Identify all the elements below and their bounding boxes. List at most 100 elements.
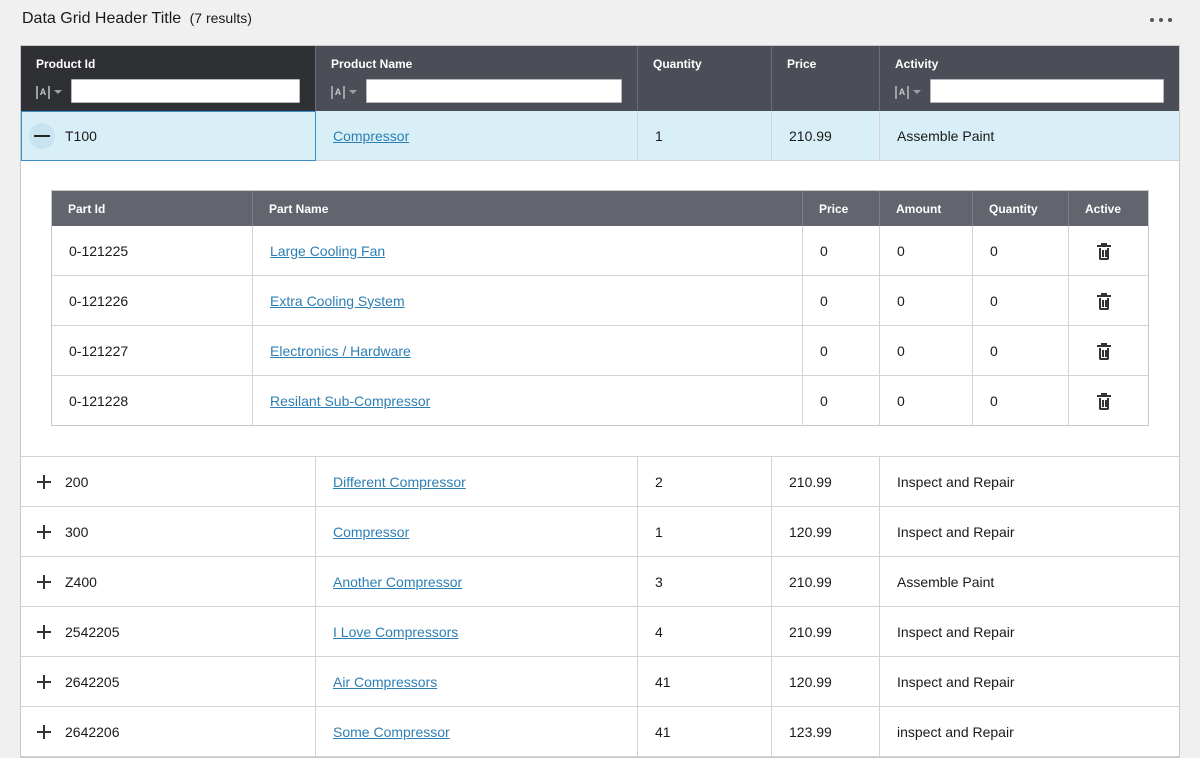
part-name-cell: Resilant Sub-Compressor: [253, 376, 803, 426]
trash-icon[interactable]: [1097, 293, 1111, 310]
product-name-link[interactable]: Air Compressors: [333, 674, 437, 690]
text-filter-icon[interactable]: A: [36, 84, 66, 100]
table-row[interactable]: T100 Compressor 1 210.99 Assemble Paint: [21, 111, 1179, 161]
product-name-link[interactable]: Another Compressor: [333, 574, 462, 590]
activity-cell: Assemble Paint: [880, 111, 1179, 160]
part-id: 0-121226: [69, 292, 129, 309]
product-name-cell: Compressor: [316, 507, 638, 556]
activity-cell: Inspect and Repair: [880, 657, 1179, 706]
activity-value: Inspect and Repair: [897, 473, 1015, 490]
product-id-filter-input[interactable]: [71, 79, 300, 103]
product-id: 2542205: [65, 623, 120, 640]
price-cell: 210.99: [772, 607, 880, 656]
product-name-cell: Different Compressor: [316, 457, 638, 506]
column-label: Quantity: [989, 202, 1038, 216]
activity-cell: Inspect and Repair: [880, 607, 1179, 656]
table-row[interactable]: 300 Compressor 1 120.99 Inspect and Repa…: [21, 507, 1179, 557]
quantity-cell: 41: [638, 707, 772, 756]
more-options-icon[interactable]: [1150, 12, 1172, 28]
product-id: 2642206: [65, 723, 120, 740]
product-name-cell: Compressor: [316, 111, 638, 160]
expand-row-icon[interactable]: [37, 625, 51, 639]
price-cell: 210.99: [772, 557, 880, 606]
part-price-cell: 0: [803, 376, 880, 426]
part-id: 0-121227: [69, 342, 129, 359]
part-price-cell: 0: [803, 326, 880, 375]
activity-value: Assemble Paint: [897, 127, 995, 144]
expand-row-icon[interactable]: [37, 725, 51, 739]
part-name-link[interactable]: Resilant Sub-Compressor: [270, 393, 430, 409]
column-header-activity[interactable]: Activity A: [880, 46, 1179, 111]
column-label: Quantity: [653, 57, 702, 71]
table-row[interactable]: 2642205 Air Compressors 41 120.99 Inspec…: [21, 657, 1179, 707]
part-amount: 0: [897, 393, 905, 409]
column-header-product-name[interactable]: Product Name A: [316, 46, 638, 111]
product-name-link[interactable]: Compressor: [333, 524, 409, 540]
price-value: 120.99: [789, 673, 832, 690]
price-cell: 120.99: [772, 657, 880, 706]
column-header-part-price[interactable]: Price: [803, 191, 880, 226]
quantity-cell: 1: [638, 507, 772, 556]
activity-cell: inspect and Repair: [880, 707, 1179, 756]
column-header-product-id[interactable]: Product Id A: [21, 46, 316, 111]
trash-icon[interactable]: [1097, 343, 1111, 360]
trash-icon[interactable]: [1097, 243, 1111, 260]
text-filter-icon[interactable]: A: [331, 84, 361, 100]
part-name-link[interactable]: Electronics / Hardware: [270, 343, 411, 359]
expand-row-icon[interactable]: [37, 525, 51, 539]
part-name-cell: Electronics / Hardware: [253, 326, 803, 375]
collapse-row-icon[interactable]: [29, 123, 55, 149]
expand-row-icon[interactable]: [37, 675, 51, 689]
product-name-link[interactable]: Compressor: [333, 128, 409, 144]
column-header-part-quantity[interactable]: Quantity: [973, 191, 1069, 226]
product-id-cell: 200: [21, 457, 316, 506]
trash-icon[interactable]: [1097, 393, 1111, 410]
part-price-cell: 0: [803, 276, 880, 325]
column-header-part-name[interactable]: Part Name: [253, 191, 803, 226]
expand-row-icon[interactable]: [37, 475, 51, 489]
list-item: 0-121227 Electronics / Hardware 0 0 0: [52, 326, 1148, 376]
activity-filter-input[interactable]: [930, 79, 1164, 103]
column-label: Product Name: [331, 57, 413, 71]
quantity-value: 4: [655, 623, 663, 640]
product-name-link[interactable]: Some Compressor: [333, 724, 450, 740]
active-cell: [1069, 376, 1148, 426]
part-name-link[interactable]: Large Cooling Fan: [270, 243, 385, 259]
active-cell: [1069, 226, 1148, 275]
part-price: 0: [820, 342, 828, 359]
product-name-filter-input[interactable]: [366, 79, 622, 103]
expand-row-icon[interactable]: [37, 575, 51, 589]
part-quantity-cell: 0: [973, 326, 1069, 375]
part-id-cell: 0-121226: [52, 276, 253, 325]
table-row[interactable]: 200 Different Compressor 2 210.99 Inspec…: [21, 457, 1179, 507]
table-row[interactable]: Z400 Another Compressor 3 210.99 Assembl…: [21, 557, 1179, 607]
part-amount-cell: 0: [880, 326, 973, 375]
column-header-amount[interactable]: Amount: [880, 191, 973, 226]
column-header-part-id[interactable]: Part Id: [52, 191, 253, 226]
part-name-link[interactable]: Extra Cooling System: [270, 293, 405, 309]
part-quantity-cell: 0: [973, 226, 1069, 275]
product-name-link[interactable]: I Love Compressors: [333, 624, 458, 640]
column-label: Amount: [896, 202, 942, 216]
column-header-active[interactable]: Active: [1069, 191, 1148, 226]
part-id: 0-121228: [69, 393, 129, 409]
part-quantity: 0: [990, 292, 998, 309]
part-amount-cell: 0: [880, 376, 973, 426]
table-row[interactable]: 2542205 I Love Compressors 4 210.99 Insp…: [21, 607, 1179, 657]
parts-subgrid: Part Id Part Name Price Amount Quantity …: [51, 190, 1149, 426]
activity-value: Assemble Paint: [897, 573, 995, 590]
part-amount: 0: [897, 242, 905, 259]
result-count: (7 results): [189, 10, 252, 26]
part-name-cell: Extra Cooling System: [253, 276, 803, 325]
table-row[interactable]: 2642206 Some Compressor 41 123.99 inspec…: [21, 707, 1179, 757]
column-header-quantity[interactable]: Quantity: [638, 46, 772, 111]
part-id-cell: 0-121225: [52, 226, 253, 275]
text-filter-icon[interactable]: A: [895, 84, 925, 100]
part-price: 0: [820, 292, 828, 309]
activity-cell: Inspect and Repair: [880, 507, 1179, 556]
product-name-cell: Another Compressor: [316, 557, 638, 606]
column-header-price[interactable]: Price: [772, 46, 880, 111]
product-name-link[interactable]: Different Compressor: [333, 474, 466, 490]
product-id-cell[interactable]: T100: [21, 111, 316, 161]
product-id-cell: Z400: [21, 557, 316, 606]
